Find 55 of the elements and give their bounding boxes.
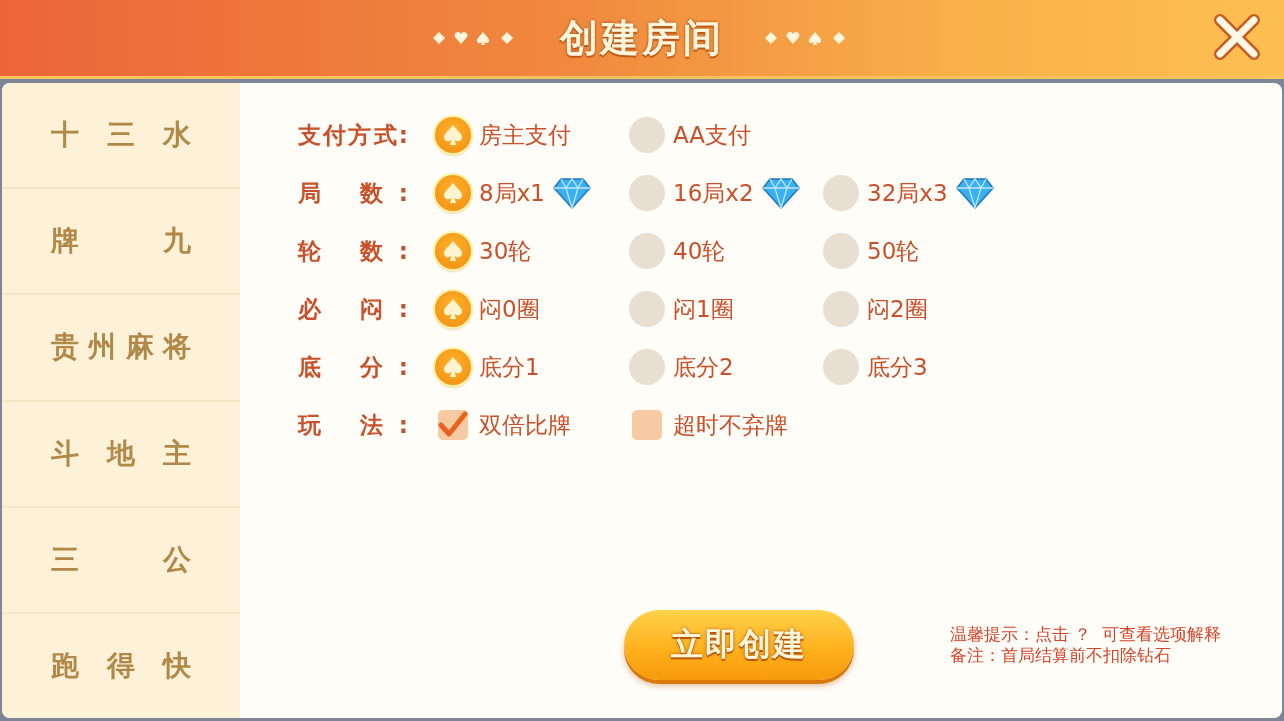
radio-button[interactable] <box>823 233 859 269</box>
option-label: 底分2 <box>673 352 734 382</box>
spade-icon <box>443 356 463 378</box>
radio-button[interactable] <box>823 291 859 327</box>
hint-text: 温馨提示：点击 ？ 可查看选项解释 <box>950 624 1222 645</box>
setting-label: 支付方式: <box>298 120 408 150</box>
option-label: 50轮 <box>867 236 920 266</box>
option-label: 40轮 <box>673 236 726 266</box>
setting-label: 底 分: <box>298 352 408 382</box>
hint-text: 备注：首局结算前不扣除钻石 <box>950 645 1172 666</box>
close-icon <box>1212 12 1262 62</box>
radio-button[interactable] <box>823 349 859 385</box>
spade-icon <box>443 240 463 262</box>
radio-button[interactable] <box>629 349 665 385</box>
radio-button[interactable] <box>435 233 471 269</box>
radio-button[interactable] <box>629 175 665 211</box>
spade-icon <box>443 124 463 146</box>
radio-button[interactable] <box>435 175 471 211</box>
game-tab[interactable]: 十 三 水 <box>2 83 240 190</box>
option-label: 房主支付 <box>479 120 571 150</box>
spade-icon <box>443 182 463 204</box>
radio-button[interactable] <box>629 233 665 269</box>
game-tab[interactable]: 三 公 <box>2 507 240 614</box>
radio-button[interactable] <box>435 117 471 153</box>
option-label: 超时不弃牌 <box>673 410 788 440</box>
option-label: AA支付 <box>673 120 752 150</box>
checkmark-icon <box>438 411 468 439</box>
option-label: 底分3 <box>867 352 928 382</box>
setting-label: 玩 法: <box>298 410 408 440</box>
checkbox[interactable] <box>632 410 662 440</box>
radio-button[interactable] <box>629 117 665 153</box>
setting-label: 局 数: <box>298 178 408 208</box>
option-label: 8局x1 <box>479 178 545 208</box>
game-tab[interactable]: 牌 九 <box>2 189 240 296</box>
game-tab[interactable]: 跑 得 快 <box>2 613 240 718</box>
spade-icon <box>443 298 463 320</box>
close-button[interactable] <box>1212 12 1262 62</box>
option-label: 30轮 <box>479 236 532 266</box>
option-label: 底分1 <box>479 352 540 382</box>
setting-label: 轮 数: <box>298 236 408 266</box>
game-tab[interactable]: 贵州麻将 <box>2 295 240 402</box>
window-title: 创建房间 <box>560 14 724 62</box>
option-label: 闷1圈 <box>673 294 734 324</box>
game-tab[interactable]: 斗 地 主 <box>2 401 240 508</box>
option-label: 双倍比牌 <box>479 410 571 440</box>
option-label: 16局x2 <box>673 178 754 208</box>
radio-button[interactable] <box>629 291 665 327</box>
option-label: 32局x3 <box>867 178 948 208</box>
option-label: 闷2圈 <box>867 294 928 324</box>
radio-button[interactable] <box>435 291 471 327</box>
setting-label: 必 闷: <box>298 294 408 324</box>
radio-button[interactable] <box>823 175 859 211</box>
option-label: 闷0圈 <box>479 294 540 324</box>
radio-button[interactable] <box>435 349 471 385</box>
checkbox[interactable] <box>438 410 468 440</box>
